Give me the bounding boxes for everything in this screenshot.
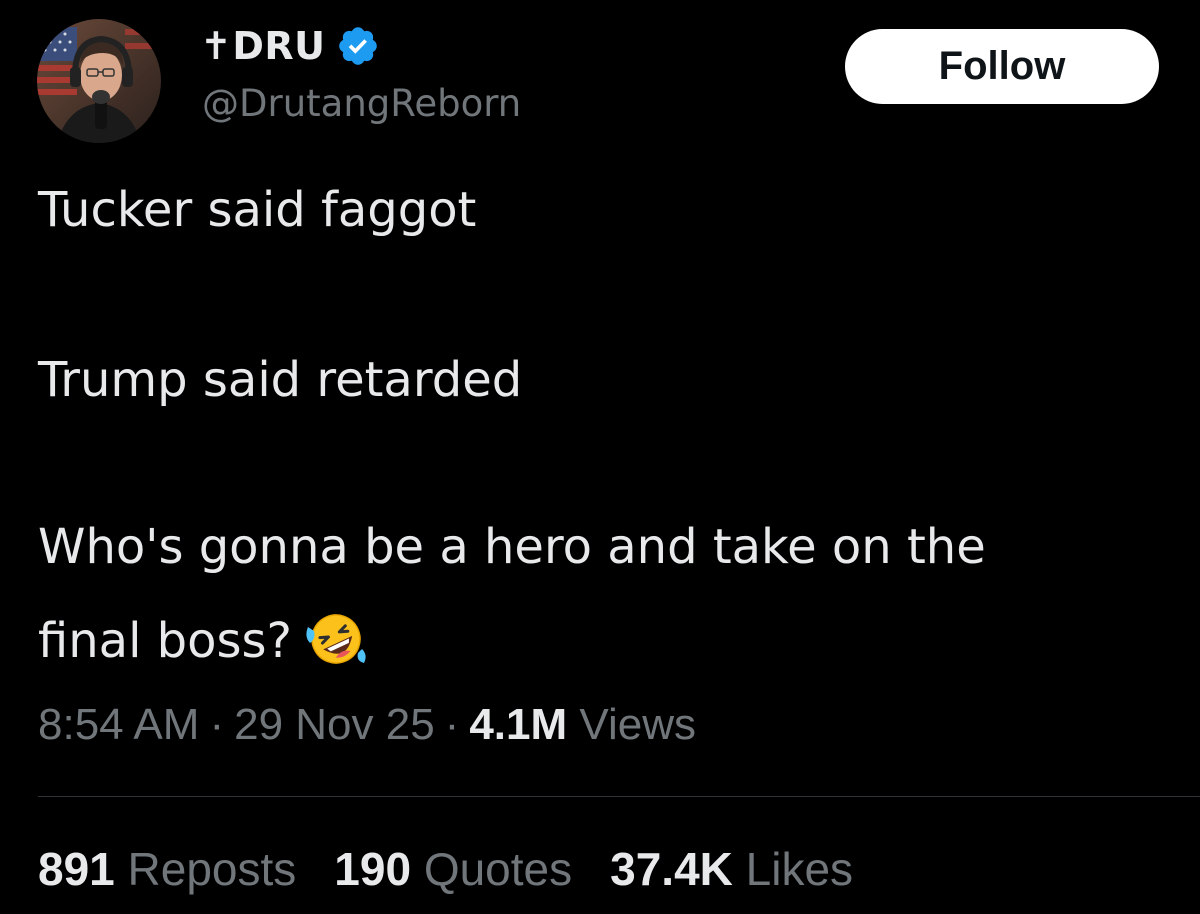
avatar[interactable] [37, 19, 161, 143]
tweet-text-line-last: final boss? [38, 607, 368, 671]
tweet-text-line: Tucker said faggot [38, 182, 477, 238]
author-handle[interactable]: @DrutangReborn [202, 82, 521, 125]
rolling-on-floor-laughing-emoji-icon [304, 607, 368, 671]
likes-label: Likes [745, 843, 854, 895]
views-count: 4.1M [469, 700, 568, 749]
reposts-count: 891 [38, 843, 115, 895]
meta-separator: · [209, 700, 225, 749]
tweet-text-line: Trump said retarded [38, 352, 523, 408]
meta-separator: · [444, 700, 460, 749]
tweet-text-line: Who's gonna be a hero and take on the [38, 519, 986, 575]
divider [38, 796, 1200, 797]
tweet-meta: 8:54 AM · 29 Nov 25 · 4.1M Views [38, 700, 696, 750]
author-name-row[interactable]: ✝DRU [200, 20, 380, 72]
engagement-stats: 891 Reposts 190 Quotes 37.4K Likes [38, 842, 891, 896]
display-name[interactable]: ✝DRU [200, 24, 326, 68]
likes-stat[interactable]: 37.4K Likes [610, 842, 853, 896]
likes-count: 37.4K [610, 843, 733, 895]
reposts-stat[interactable]: 891 Reposts [38, 842, 296, 896]
quotes-count: 190 [334, 843, 412, 895]
reposts-label: Reposts [127, 843, 297, 895]
quotes-stat[interactable]: 190 Quotes [334, 842, 572, 896]
tweet-time[interactable]: 8:54 AM [38, 700, 199, 749]
quotes-label: Quotes [423, 843, 573, 895]
views-label: Views [579, 700, 696, 749]
verified-badge-icon [336, 24, 380, 68]
follow-button[interactable]: Follow [845, 29, 1159, 104]
tweet-date[interactable]: 29 Nov 25 [234, 700, 435, 749]
tweet-text-line-final: final boss? [38, 613, 292, 669]
